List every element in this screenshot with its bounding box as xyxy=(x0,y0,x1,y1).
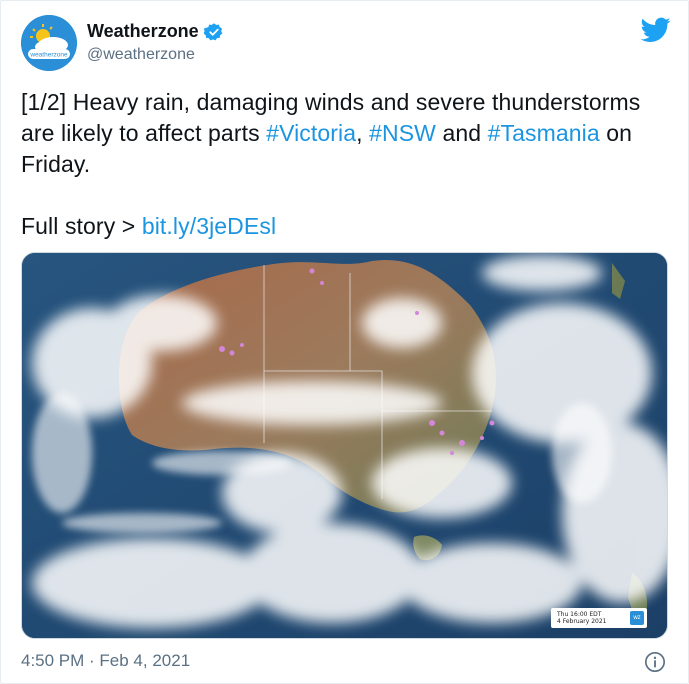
tweet-line-2: are likely to affect parts #Victoria, #N… xyxy=(21,118,671,149)
hashtag-nsw[interactable]: #NSW xyxy=(369,120,436,146)
weatherzone-logo: weatherzone xyxy=(21,15,77,71)
tweet-and-word: and xyxy=(436,120,488,146)
tweet-line-2-prefix: are likely to affect parts xyxy=(21,120,267,146)
image-timestamp-overlay: Thu 16:00 EDT 4 February 2021 wz xyxy=(551,608,647,628)
hashtag-tasmania[interactable]: #Tasmania xyxy=(488,120,600,146)
story-prefix: Full story > xyxy=(21,213,142,239)
tweet-header: weatherzone Weatherzone @weatherzone xyxy=(21,15,671,71)
avatar[interactable]: weatherzone xyxy=(21,15,77,71)
account-handle[interactable]: @weatherzone xyxy=(87,46,224,64)
info-icon[interactable] xyxy=(644,651,666,673)
display-name[interactable]: Weatherzone xyxy=(87,21,199,42)
account-names: Weatherzone @weatherzone xyxy=(87,21,224,64)
tweet-story-line: Full story > bit.ly/3jeDEsl xyxy=(21,211,671,242)
tweet-media-satellite-image[interactable]: Thu 16:00 EDT 4 February 2021 wz xyxy=(21,252,668,639)
tweet-line-1: [1/2] Heavy rain, damaging winds and sev… xyxy=(21,89,641,115)
image-timestamp-sub: 4 February 2021 xyxy=(557,618,607,625)
image-timestamp-main: Thu 16:00 EDT xyxy=(557,611,602,618)
image-stamp-logo: wz xyxy=(630,611,644,625)
tweet-card: weatherzone Weatherzone @weatherzone [1/… xyxy=(0,0,689,684)
tweet-separator: , xyxy=(356,120,370,146)
display-name-row[interactable]: Weatherzone xyxy=(87,21,224,42)
image-timestamp-text: Thu 16:00 EDT 4 February 2021 xyxy=(557,611,607,625)
twitter-bird-icon[interactable] xyxy=(641,17,671,43)
tweet-timestamp[interactable]: 4:50 PM · Feb 4, 2021 xyxy=(21,651,190,671)
verified-badge-icon xyxy=(203,22,222,40)
tweet-text: [1/2] Heavy rain, damaging winds and sev… xyxy=(21,87,671,242)
hashtag-victoria[interactable]: #Victoria xyxy=(266,120,356,146)
story-link[interactable]: bit.ly/3jeDEsl xyxy=(142,213,276,239)
tweet-line-3: Friday. xyxy=(21,151,91,177)
satellite-map xyxy=(22,253,667,638)
tweet-line-2-suffix: on xyxy=(599,120,633,146)
avatar-logo-text: weatherzone xyxy=(29,52,68,59)
